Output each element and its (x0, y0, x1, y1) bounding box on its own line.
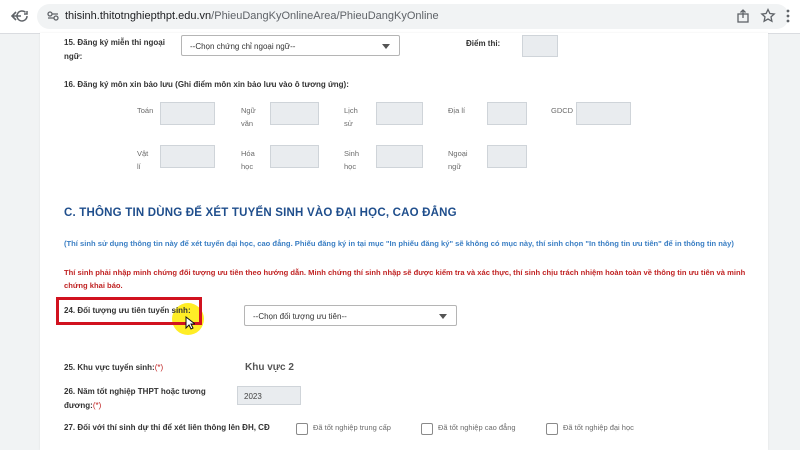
subject-input-toan[interactable] (160, 102, 215, 125)
section-c-warning-note: Thí sinh phải nhập minh chứng đối tượng … (64, 268, 746, 290)
url-text: thisinh.thitotnghiepthpt.edu.vn/PhieuDan… (65, 10, 439, 22)
admission-area-value: Khu vực 2 (245, 362, 294, 373)
chevron-down-icon (439, 314, 447, 319)
browser-toolbar: thisinh.thitotnghiepthpt.edu.vn/PhieuDan… (0, 0, 800, 34)
subject-input-ngu-van[interactable] (270, 102, 319, 125)
subject-label-dia-li: Địa lí (448, 106, 466, 115)
subject-label-sinh-hoc: Sinh học (344, 149, 360, 171)
checkbox-trung-cap-label: Đã tốt nghiệp trung cấp (313, 423, 391, 432)
q16-label: 16. Đăng ký môn xin bảo lưu (Ghi điểm mô… (64, 80, 349, 89)
q24-label: 24. Đối tượng ưu tiên tuyển sinh: (64, 306, 191, 315)
subject-label-ngoai-ngu: Ngoại ngữ (448, 149, 468, 171)
mouse-cursor-icon (185, 315, 197, 332)
priority-object-select[interactable]: --Chọn đối tượng ưu tiên-- (244, 305, 457, 326)
subject-label-hoa-hoc: Hóa học (241, 149, 255, 171)
subject-input-dia-li[interactable] (487, 102, 527, 125)
checkbox-trung-cap[interactable] (296, 423, 308, 435)
q25-label: 25. Khu vực tuyển sinh:(*) (64, 363, 164, 372)
graduation-year-input[interactable]: 2023 (237, 386, 301, 405)
checkbox-dai-hoc-label: Đã tốt nghiệp đại học (563, 423, 634, 432)
q27-label: 27. Đối với thí sinh dự thi để xét liên … (64, 423, 270, 432)
subject-label-lich-su: Lịch sử (344, 106, 358, 128)
subject-label-vat-li: Vật lí (137, 149, 149, 171)
checkbox-cao-dang-label: Đã tốt nghiệp cao đẳng (438, 423, 516, 432)
subject-input-lich-su[interactable] (376, 102, 423, 125)
subject-input-sinh-hoc[interactable] (376, 145, 423, 168)
bookmark-star-icon[interactable] (758, 6, 778, 26)
section-c-info-note: (Thí sinh sử dụng thông tin này để xét t… (64, 239, 734, 248)
share-icon[interactable] (733, 6, 753, 26)
q26-label: 26. Năm tốt nghiệp THPT hoặc tương đương:… (64, 387, 206, 410)
graduation-year-value: 2023 (244, 392, 262, 401)
reload-icon[interactable] (12, 6, 32, 26)
subject-label-ngu-van: Ngữ văn (241, 106, 256, 128)
subject-label-gdcd: GDCD (551, 106, 574, 115)
q15-score-input[interactable] (522, 35, 558, 57)
q15-score-label: Điểm thi: (466, 39, 501, 48)
section-c-heading: C. THÔNG TIN DÙNG ĐỂ XÉT TUYỂN SINH VÀO … (64, 207, 457, 219)
more-menu-icon[interactable] (778, 6, 798, 26)
registration-form-page: 15. Đăng ký miễn thi ngoại ngữ: --Chọn ch… (40, 33, 768, 450)
url-path: /PhieuDangKyOnlineArea/PhieuDangKyOnline (211, 10, 439, 22)
address-bar[interactable]: thisinh.thitotnghiepthpt.edu.vn/PhieuDan… (16, 4, 789, 29)
subject-input-vat-li[interactable] (160, 145, 215, 168)
chevron-down-icon (382, 44, 390, 49)
checkbox-dai-hoc[interactable] (546, 423, 558, 435)
checkbox-cao-dang[interactable] (421, 423, 433, 435)
subject-label-toan: Toán (137, 106, 154, 115)
url-domain: thisinh.thitotnghiepthpt.edu.vn (65, 10, 212, 22)
subject-input-gdcd[interactable] (576, 102, 631, 125)
foreign-language-cert-value: --Chọn chứng chỉ ngoại ngữ-- (190, 42, 296, 51)
site-info-icon[interactable] (43, 6, 63, 26)
subject-input-hoa-hoc[interactable] (270, 145, 319, 168)
q15-label: 15. Đăng ký miễn thi ngoại ngữ: (64, 38, 165, 61)
priority-object-value: --Chọn đối tượng ưu tiên-- (253, 312, 347, 321)
subject-input-ngoai-ngu[interactable] (487, 145, 527, 168)
foreign-language-cert-select[interactable]: --Chọn chứng chỉ ngoại ngữ-- (181, 35, 400, 56)
